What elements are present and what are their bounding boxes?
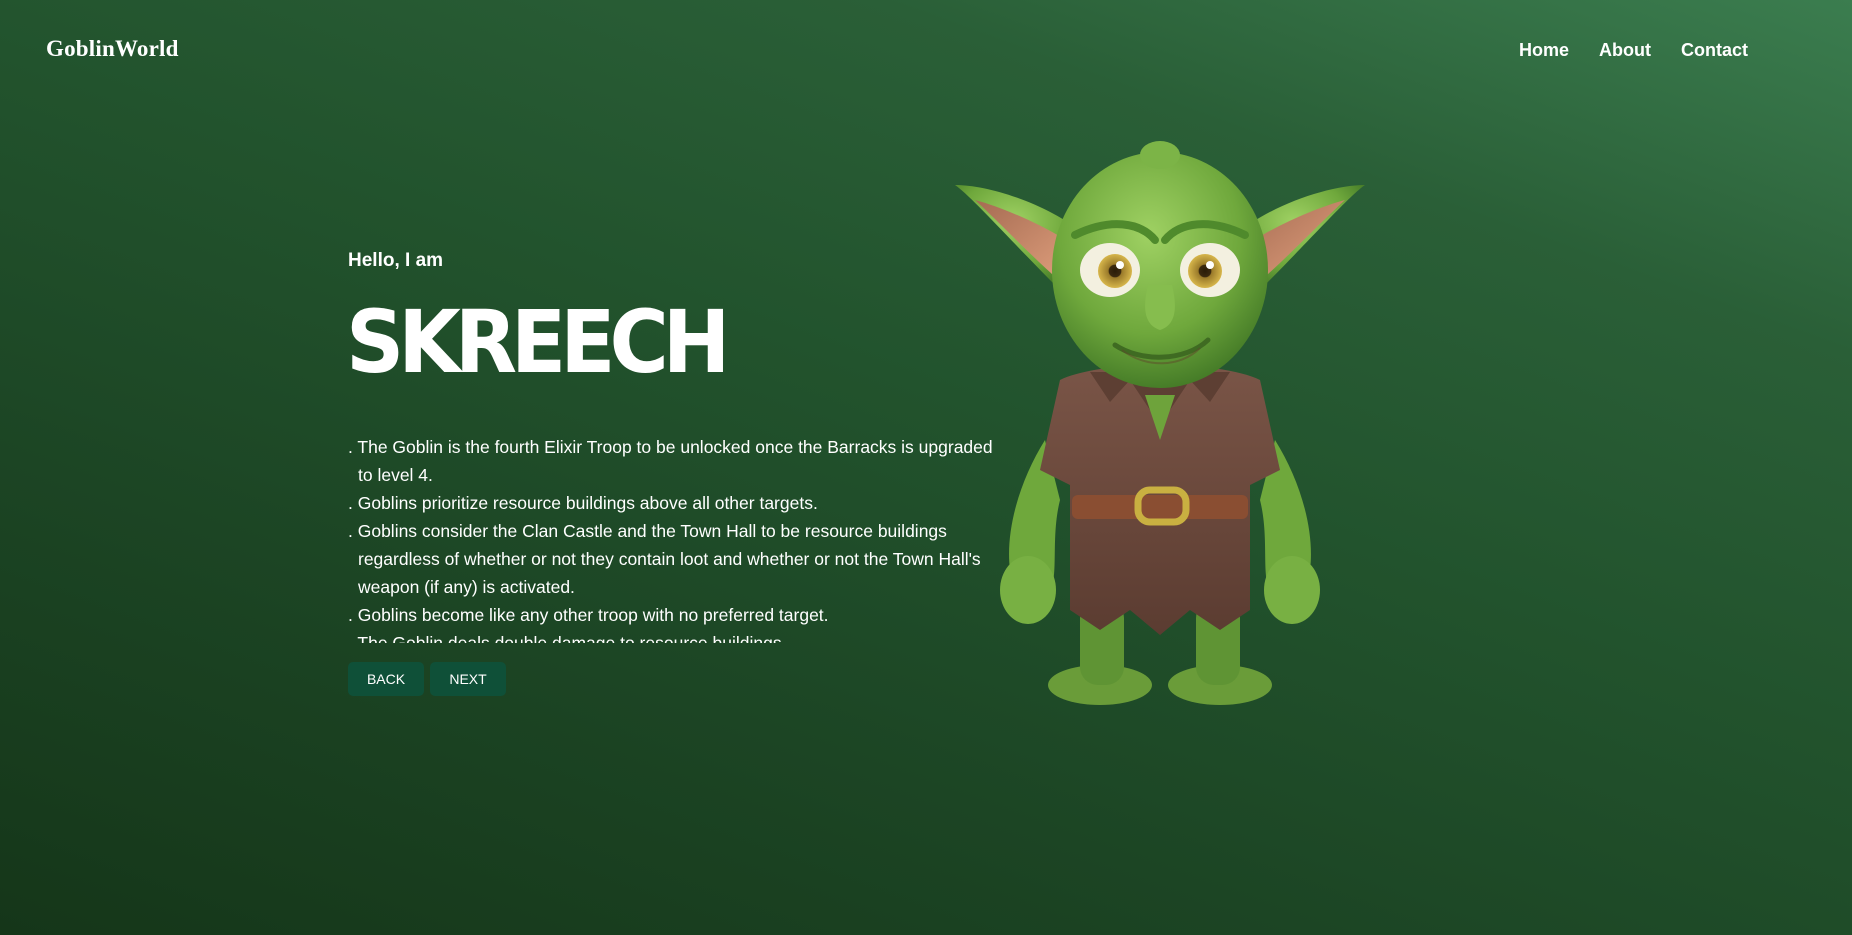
fact-item: . Goblins prioritize resource buildings … [348, 493, 818, 513]
fact-item: . The Goblin is the fourth Elixir Troop … [348, 437, 993, 485]
main-nav: Home About Contact [1519, 40, 1748, 61]
fact-item: . The Goblin deals double damage to reso… [348, 633, 787, 643]
site-logo[interactable]: GoblinWorld [46, 36, 179, 62]
fact-item: . Goblins become like any other troop wi… [348, 605, 829, 625]
back-button[interactable]: BACK [348, 662, 424, 696]
next-button[interactable]: NEXT [430, 662, 506, 696]
character-name-heading: SKREECH [346, 292, 730, 393]
facts-list[interactable]: . The Goblin is the fourth Elixir Troop … [348, 433, 1002, 643]
nav-contact-link[interactable]: Contact [1681, 40, 1748, 61]
fact-item: . Goblins consider the Clan Castle and t… [348, 521, 981, 597]
nav-about-link[interactable]: About [1599, 40, 1651, 61]
nav-home-link[interactable]: Home [1519, 40, 1569, 61]
goblin-character-image [955, 141, 1365, 705]
pager-buttons: BACK NEXT [348, 662, 506, 696]
greeting-text: Hello, I am [348, 250, 444, 271]
